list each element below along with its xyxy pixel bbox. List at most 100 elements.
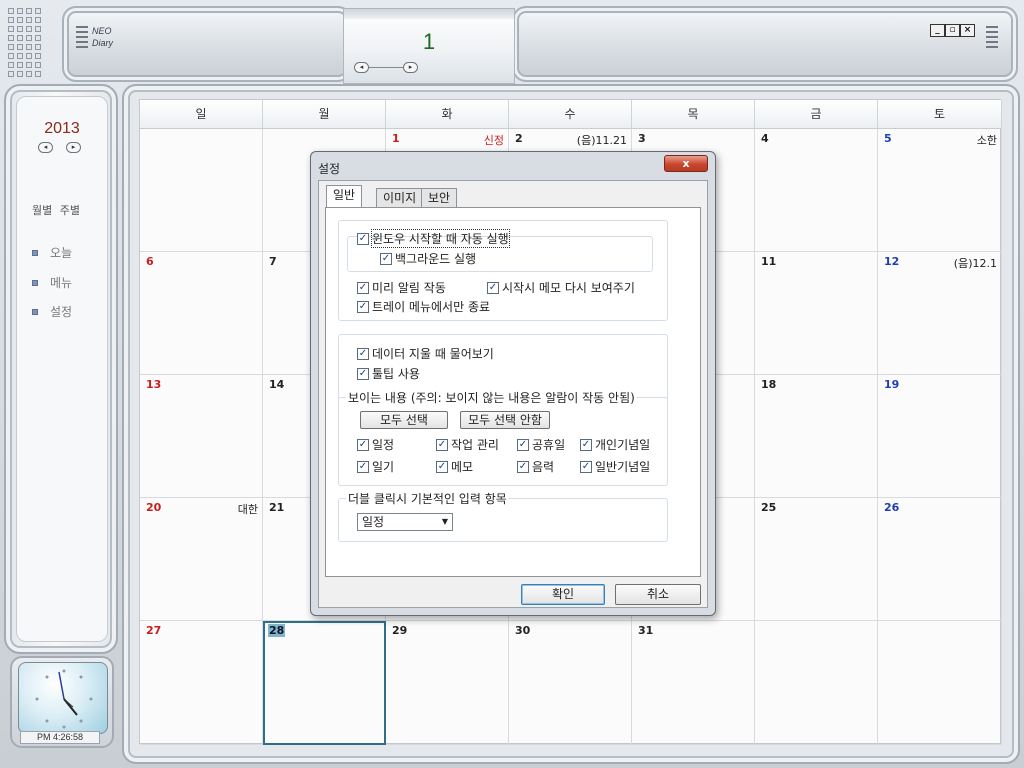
checkbox-label: 작업 관리 <box>451 438 499 452</box>
day-annotation: 소한 <box>976 134 997 147</box>
day-number: 25 <box>761 501 777 514</box>
view-mode-toggle[interactable]: 월별 주별 <box>32 202 80 218</box>
clock-time: PM 4:26:58 <box>20 731 100 744</box>
day-number: 20 <box>146 501 162 514</box>
tooltip-checkbox[interactable]: ✓ 툴팁 사용 <box>357 365 420 382</box>
show-memo-checkbox[interactable]: ✓ 시작시 메모 다시 보여주기 <box>487 279 635 296</box>
background-checkbox[interactable]: ✓ 백그라운드 실행 <box>380 250 476 267</box>
menu-lines-icon[interactable] <box>986 26 998 51</box>
sidebar-item-today[interactable]: 오늘 <box>32 244 72 261</box>
grip-dot <box>17 71 23 77</box>
double-click-select[interactable]: 일정 ▼ <box>357 513 453 531</box>
menu-lines-icon[interactable] <box>76 26 88 51</box>
checkbox-check-icon: ✓ <box>517 460 529 473</box>
show-tasks-checkbox[interactable]: ✓ 작업 관리 <box>436 436 499 453</box>
calendar-day[interactable] <box>140 129 263 252</box>
calendar-day[interactable]: 30 <box>509 621 632 745</box>
checkbox-label: 일정 <box>372 438 395 452</box>
restore-button[interactable]: ▫ <box>945 24 960 37</box>
calendar-day-today[interactable]: 28 <box>263 621 386 745</box>
tab-general[interactable]: 일반 <box>326 185 363 207</box>
prev-day-button[interactable]: ◂ <box>354 62 369 73</box>
tray-exit-checkbox[interactable]: ✓ 트레이 메뉴에서만 종료 <box>357 298 490 315</box>
day-number: 28 <box>268 624 286 637</box>
calendar-day[interactable] <box>878 621 1002 745</box>
checkbox-label: 메모 <box>451 460 474 474</box>
grip-dot <box>35 53 41 59</box>
show-personal-anniv-checkbox[interactable]: ✓ 개인기념일 <box>580 436 650 453</box>
calendar-day[interactable]: 27 <box>140 621 263 745</box>
show-schedule-checkbox[interactable]: ✓ 일정 <box>357 436 394 453</box>
minimize-button[interactable]: _ <box>930 24 945 37</box>
grip-dot <box>17 26 23 32</box>
select-all-button[interactable]: 모두 선택 <box>360 411 448 429</box>
calendar-day[interactable]: 20 대한 <box>140 498 263 621</box>
show-general-anniv-checkbox[interactable]: ✓ 일반기념일 <box>580 458 650 475</box>
calendar-day[interactable]: 12 (음)12.1 <box>878 252 1002 375</box>
show-lunar-checkbox[interactable]: ✓ 음력 <box>517 458 554 475</box>
autostart-checkbox[interactable]: ✓ 윈도우 시작할 때 자동 실행 <box>357 229 510 248</box>
day-number: 29 <box>392 624 408 637</box>
square-bullet-icon <box>32 249 38 256</box>
grip-dot <box>35 35 41 41</box>
calendar-day[interactable] <box>755 621 878 745</box>
grip-dot <box>26 71 32 77</box>
sidebar-item-settings[interactable]: 설정 <box>32 303 72 320</box>
tab-security[interactable]: 보안 <box>421 188 458 208</box>
current-date-panel: 1 ◂ ▸ <box>343 8 515 84</box>
calendar-day[interactable]: 18 <box>755 375 878 498</box>
calendar-day[interactable]: 31 <box>632 621 755 745</box>
sidebar-item-label: 오늘 <box>50 246 73 260</box>
grip-dot <box>8 44 14 50</box>
visible-content-label: 보이는 내용 (주의: 보이지 않는 내용은 알람이 작동 안됨) <box>346 389 637 406</box>
grip-dot <box>8 71 14 77</box>
ok-button[interactable]: 확인 <box>521 584 605 605</box>
day-number: 12 <box>884 255 900 268</box>
weekday-header: 월 <box>263 100 386 129</box>
deselect-all-button[interactable]: 모두 선택 안함 <box>460 411 550 429</box>
weekday-header: 목 <box>632 100 755 129</box>
day-number: 11 <box>761 255 777 268</box>
calendar-day[interactable]: 19 <box>878 375 1002 498</box>
next-year-button[interactable]: ▸ <box>66 142 81 153</box>
cancel-button[interactable]: 취소 <box>615 584 701 605</box>
checkbox-label: 트레이 메뉴에서만 종료 <box>372 300 491 314</box>
day-number: 21 <box>269 501 285 514</box>
year-label: 2013 <box>44 120 80 137</box>
grip-dot <box>35 44 41 50</box>
checkbox-label: 일기 <box>372 460 395 474</box>
calendar-day[interactable]: 4 <box>755 129 878 252</box>
weekday-header: 일 <box>140 100 263 129</box>
grip-dot <box>8 26 14 32</box>
dialog-close-button[interactable]: x <box>664 155 708 172</box>
show-holidays-checkbox[interactable]: ✓ 공휴일 <box>517 436 565 453</box>
calendar-day[interactable]: 29 <box>386 621 509 745</box>
calendar-day[interactable]: 25 <box>755 498 878 621</box>
dialog-title: 설정 <box>318 162 341 176</box>
grip-dot <box>8 53 14 59</box>
close-button[interactable]: × <box>960 24 975 37</box>
checkbox-label: 데이터 지울 때 물어보기 <box>372 347 494 361</box>
grip-dot <box>26 53 32 59</box>
logo-line2: Diary <box>92 38 114 48</box>
pre-alarm-checkbox[interactable]: ✓ 미리 알림 작동 <box>357 279 446 296</box>
grip-dot <box>35 71 41 77</box>
calendar-day[interactable]: 5 소한 <box>878 129 1002 252</box>
calendar-day[interactable]: 6 <box>140 252 263 375</box>
show-diary-checkbox[interactable]: ✓ 일기 <box>357 458 394 475</box>
calendar-day[interactable]: 13 <box>140 375 263 498</box>
day-number: 3 <box>638 132 646 145</box>
next-day-button[interactable]: ▸ <box>403 62 418 73</box>
calendar-day[interactable]: 26 <box>878 498 1002 621</box>
square-bullet-icon <box>32 308 38 315</box>
tab-image[interactable]: 이미지 <box>376 188 424 208</box>
ask-delete-checkbox[interactable]: ✓ 데이터 지울 때 물어보기 <box>357 345 494 362</box>
grip-dot <box>26 26 32 32</box>
checkbox-label: 일반기념일 <box>595 460 651 474</box>
sidebar-item-menu[interactable]: 메뉴 <box>32 274 72 291</box>
calendar-day[interactable]: 11 <box>755 252 878 375</box>
day-number: 4 <box>761 132 769 145</box>
prev-year-button[interactable]: ◂ <box>38 142 53 153</box>
show-memo-items-checkbox[interactable]: ✓ 메모 <box>436 458 473 475</box>
grip-dots-icon <box>8 8 42 78</box>
